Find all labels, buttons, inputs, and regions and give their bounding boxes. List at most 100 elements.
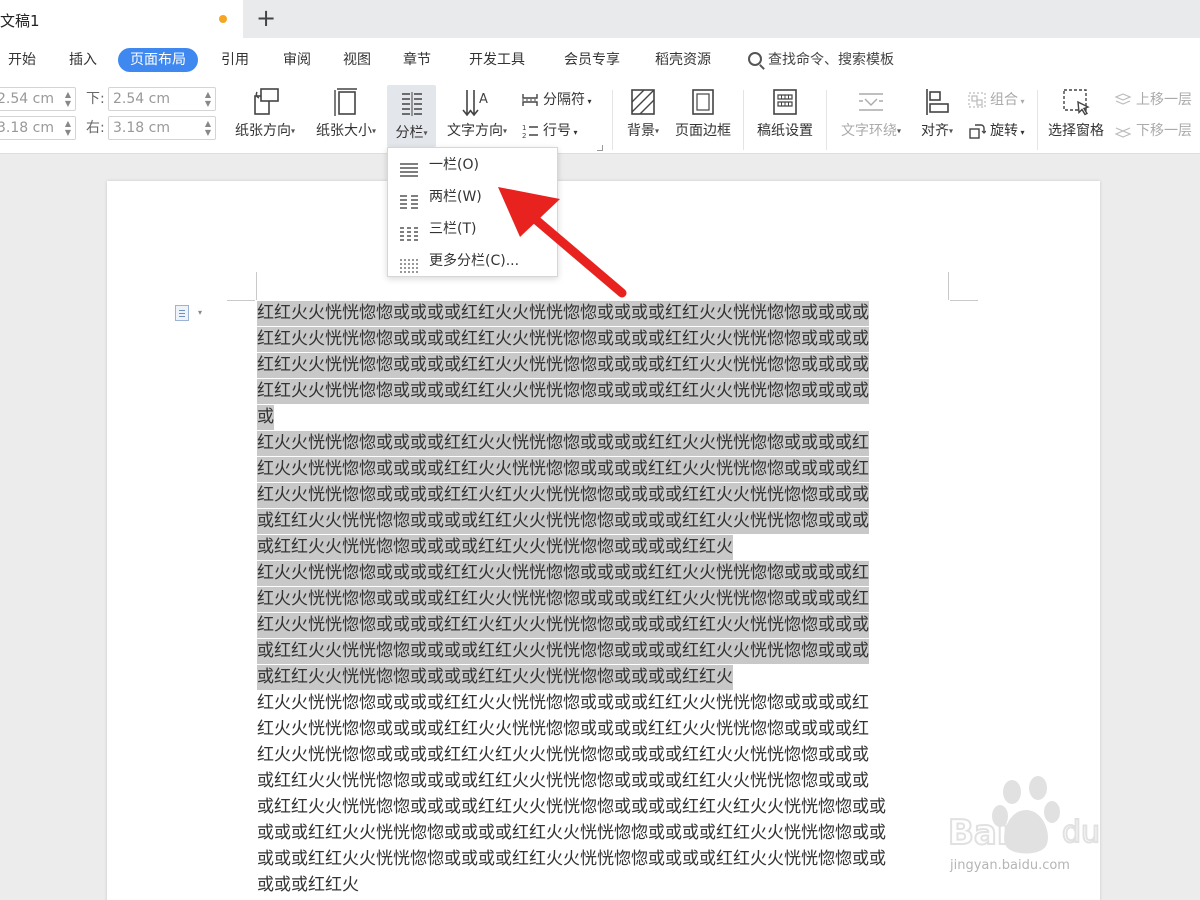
margin-corner-mark bbox=[227, 300, 255, 301]
more-columns-icon bbox=[399, 254, 419, 273]
bring-forward-button[interactable]: 上移一层 bbox=[1114, 89, 1192, 111]
page-size-icon bbox=[330, 86, 362, 118]
document-line-text: 或红红火火恍恍惚惚或或或或红红火火恍恍惚惚或或或或红红火火恍恍惚惚或或或 bbox=[257, 509, 869, 534]
search-icon bbox=[748, 52, 762, 66]
margin-left-input[interactable]: 3.18 cm ▲ ▼ bbox=[0, 116, 76, 140]
document-line: 红火火恍恍惚惚或或或或红红火火恍恍惚惚或或或或红红火火恍恍惚惚或或或或红 bbox=[257, 430, 951, 456]
separator-button[interactable]: 分隔符 ▾ bbox=[521, 89, 592, 111]
separator-icon bbox=[521, 92, 539, 108]
page-border-button[interactable]: 页面边框 bbox=[670, 86, 736, 140]
chevron-down-icon: ▾ bbox=[948, 126, 953, 136]
document-line: 红红火火恍恍惚惚或或或或红红火火恍恍惚惚或或或或红红火火恍恍惚惚或或或或 bbox=[257, 326, 951, 352]
document-line: 红火火恍恍惚惚或或或或红红火红火火恍恍惚惚或或或或红红火火恍恍惚惚或或或 bbox=[257, 612, 951, 638]
menu-insert[interactable]: 插入 bbox=[69, 48, 97, 72]
menu-sections[interactable]: 章节 bbox=[403, 48, 431, 72]
document-line-text: 红火火恍恍惚惚或或或或红红火火恍恍惚惚或或或或红红火火恍恍惚惚或或或或红 bbox=[257, 457, 869, 482]
document-line-text: 红火火恍恍惚惚或或或或红红火火恍恍惚惚或或或或红红火火恍恍惚惚或或或或红 bbox=[257, 693, 869, 713]
chevron-down-icon: ▾ bbox=[423, 128, 428, 138]
bring-forward-label: 上移一层 bbox=[1136, 92, 1192, 108]
text-wrap-icon bbox=[855, 86, 887, 118]
unsaved-dot-icon bbox=[219, 15, 227, 23]
new-tab-button[interactable]: + bbox=[255, 4, 277, 32]
spin-icon[interactable]: ▲ ▼ bbox=[63, 119, 73, 137]
margin-left-value: 3.18 cm bbox=[0, 120, 54, 136]
send-backward-icon bbox=[1114, 123, 1132, 139]
menu-member[interactable]: 会员专享 bbox=[564, 48, 620, 72]
align-icon bbox=[921, 86, 953, 118]
document-line: 红火火恍恍惚惚或或或或红红火红火火恍恍惚惚或或或或红红火火恍恍惚惚或或或 bbox=[257, 742, 951, 768]
menu-review[interactable]: 审阅 bbox=[283, 48, 311, 72]
menu-bar: 开始 插入 页面布局 引用 审阅 视图 章节 开发工具 会员专享 稻壳资源 查找… bbox=[0, 38, 1200, 82]
two-column-icon bbox=[399, 190, 419, 209]
send-backward-button[interactable]: 下移一层 bbox=[1114, 120, 1192, 142]
document-line: 红红火火恍恍惚惚或或或或红红火火恍恍惚惚或或或或红红火火恍恍惚惚或或或或 bbox=[257, 378, 951, 404]
ribbon-divider bbox=[612, 90, 613, 150]
menu-view[interactable]: 视图 bbox=[343, 48, 371, 72]
margin-top-input[interactable]: 2.54 cm ▲ ▼ bbox=[0, 87, 76, 111]
text-direction-button[interactable]: A 文字方向▾ bbox=[441, 86, 513, 140]
chevron-down-icon: ▾ bbox=[1018, 128, 1025, 137]
page-orientation-button[interactable]: 纸张方向▾ bbox=[227, 86, 303, 140]
svg-text:1: 1 bbox=[522, 124, 526, 132]
group-button[interactable]: 组合 ▾ bbox=[968, 89, 1025, 111]
line-number-label: 行号 bbox=[543, 123, 571, 139]
menu-docer[interactable]: 稻壳资源 bbox=[655, 48, 711, 72]
background-button[interactable]: 背景▾ bbox=[618, 86, 668, 140]
columns-button[interactable]: 分栏▾ bbox=[387, 85, 436, 147]
ribbon-divider bbox=[826, 90, 827, 150]
document-line-text: 或红红火火恍恍惚惚或或或或红红火火恍恍惚惚或或或或红红火火恍恍惚惚或或或 bbox=[257, 639, 869, 664]
chevron-down-icon: ▾ bbox=[290, 126, 295, 136]
margin-bottom-value: 2.54 cm bbox=[113, 91, 170, 107]
background-label: 背景 bbox=[626, 123, 655, 139]
margin-top-value: 2.54 cm bbox=[0, 91, 54, 107]
align-button[interactable]: 对齐▾ bbox=[914, 86, 960, 140]
page-size-label: 纸张大小 bbox=[315, 123, 372, 139]
menu-item-label: 一栏(O) bbox=[429, 157, 479, 173]
text-direction-label: 文字方向 bbox=[446, 123, 503, 139]
chevron-down-icon[interactable]: ▾ bbox=[198, 308, 202, 317]
menu-developer[interactable]: 开发工具 bbox=[469, 48, 525, 72]
menu-home[interactable]: 开始 bbox=[8, 48, 36, 72]
margin-bottom-label: 下: bbox=[86, 91, 105, 107]
selection-pane-button[interactable]: 选择窗格 bbox=[1043, 86, 1109, 140]
margin-bottom-input[interactable]: 2.54 cm ▲ ▼ bbox=[108, 87, 216, 111]
menu-page-layout[interactable]: 页面布局 bbox=[118, 48, 198, 72]
ribbon: 2.54 cm ▲ ▼ 3.18 cm ▲ ▼ 下: 2.54 cm ▲ ▼ 右: 3… bbox=[0, 82, 1200, 154]
page-setup-launcher-icon[interactable] bbox=[597, 145, 603, 151]
document-line-text: 红红火火恍恍惚惚或或或或红红火火恍恍惚惚或或或或红红火火恍恍惚惚或或或或 bbox=[257, 327, 869, 352]
text-wrap-button[interactable]: 文字环绕▾ bbox=[834, 86, 908, 140]
document-line-text: 红火火恍恍惚惚或或或或红红火火恍恍惚惚或或或或红红火火恍恍惚惚或或或或红 bbox=[257, 561, 869, 586]
document-line-text: 或 bbox=[257, 405, 274, 430]
document-line-text: 或红红火火恍恍惚惚或或或或红红火火恍恍惚惚或或或或红红火 bbox=[257, 535, 733, 560]
spin-icon[interactable]: ▲ ▼ bbox=[203, 119, 213, 137]
document-line-text: 红火火恍恍惚惚或或或或红红火红火火恍恍惚惚或或或或红红火火恍恍惚惚或或或 bbox=[257, 613, 869, 638]
title-bar: 文稿1 + bbox=[0, 0, 1200, 38]
document-line: 或或或红红火火恍恍惚惚或或或或红红火火恍恍惚惚或或或或红红火火恍恍惚惚或或 bbox=[257, 846, 951, 872]
page-orientation-label: 纸张方向 bbox=[234, 123, 291, 139]
menu-item-label: 两栏(W) bbox=[429, 189, 482, 205]
page-size-button[interactable]: 纸张大小▾ bbox=[308, 86, 384, 140]
spin-icon[interactable]: ▲ ▼ bbox=[203, 90, 213, 108]
menu-references[interactable]: 引用 bbox=[221, 48, 249, 72]
chevron-down-icon: ▾ bbox=[896, 126, 901, 136]
three-column-icon bbox=[399, 222, 419, 241]
margin-corner-mark bbox=[950, 300, 978, 301]
rotate-icon bbox=[968, 123, 987, 139]
manuscript-settings-button[interactable]: 稿纸设置 bbox=[752, 86, 818, 140]
selection-pane-label: 选择窗格 bbox=[1048, 123, 1104, 139]
spin-icon[interactable]: ▲ ▼ bbox=[63, 90, 73, 108]
menu-item-label: 三栏(T) bbox=[429, 221, 477, 237]
document-body[interactable]: 红红火火恍恍惚惚或或或或红红火火恍恍惚惚或或或或红红火火恍恍惚惚或或或或 红红火火… bbox=[257, 300, 951, 898]
line-number-button[interactable]: 1 2 行号 ▾ bbox=[521, 120, 578, 142]
margin-right-label: 右: bbox=[86, 120, 105, 136]
document-tab[interactable]: 文稿1 bbox=[0, 0, 243, 38]
document-line-text: 红红火火恍恍惚惚或或或或红红火火恍恍惚惚或或或或红红火火恍恍惚惚或或或或 bbox=[257, 353, 869, 378]
document-line: 红火火恍恍惚惚或或或或红红火红火火恍恍惚惚或或或或红红火火恍恍惚惚或或或 bbox=[257, 482, 951, 508]
document-line-text: 或红红火火恍恍惚惚或或或或红红火火恍恍惚惚或或或或红红火 bbox=[257, 665, 733, 690]
paragraph-layout-icon[interactable] bbox=[175, 305, 189, 321]
rotate-button[interactable]: 旋转 ▾ bbox=[968, 120, 1025, 142]
svg-text:A: A bbox=[479, 92, 488, 107]
line-number-icon: 12 bbox=[521, 123, 539, 140]
margin-right-input[interactable]: 3.18 cm ▲ ▼ bbox=[108, 116, 216, 140]
command-search[interactable]: 查找命令、搜索模板 bbox=[748, 48, 894, 72]
